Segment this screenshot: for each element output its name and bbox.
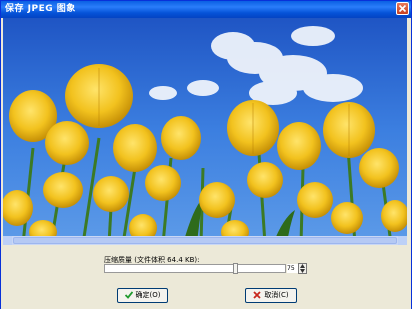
- scroll-left-button[interactable]: [3, 236, 12, 245]
- title-bar[interactable]: 保存 JPEG 图象: [1, 1, 411, 18]
- horizontal-scrollbar[interactable]: [3, 236, 407, 245]
- quality-value[interactable]: 75: [287, 264, 298, 273]
- options-panel: 压缩质量 (文件体积 64.4 KB): 75 确定(O) 取消(C): [1, 245, 411, 309]
- quality-spinner[interactable]: [298, 263, 307, 274]
- spin-down-icon[interactable]: [300, 269, 305, 273]
- ok-button[interactable]: 确定(O): [117, 288, 168, 303]
- x-icon: [253, 291, 261, 299]
- close-icon: [398, 4, 407, 13]
- cancel-button-label: 取消(C): [264, 291, 289, 299]
- image-preview: [3, 18, 407, 244]
- check-icon: [124, 291, 133, 299]
- scroll-right-button[interactable]: [398, 236, 407, 245]
- quality-slider-thumb[interactable]: [233, 263, 238, 274]
- cancel-button[interactable]: 取消(C): [245, 288, 297, 303]
- quality-slider[interactable]: [104, 264, 286, 273]
- window-title: 保存 JPEG 图象: [5, 4, 76, 14]
- spin-up-icon[interactable]: [300, 264, 305, 268]
- close-button[interactable]: [396, 2, 409, 15]
- save-jpeg-dialog: 保存 JPEG 图象 压缩质量 (文件体积 64.4 KB): 75 确定(O)…: [0, 0, 412, 309]
- tulips-photo: [3, 18, 407, 244]
- ok-button-label: 确定(O): [135, 291, 161, 299]
- scrollbar-thumb[interactable]: [13, 237, 397, 244]
